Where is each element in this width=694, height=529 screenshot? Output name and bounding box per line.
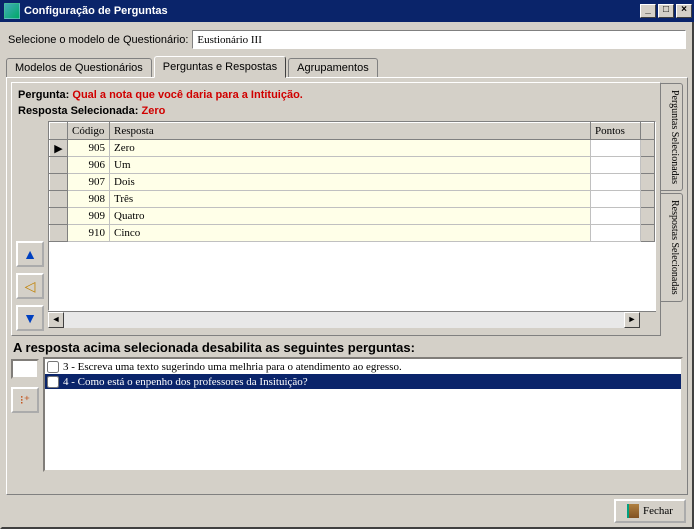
col-spacer: [641, 123, 655, 140]
cell-spacer: [641, 225, 655, 242]
filter-input[interactable]: [11, 359, 39, 379]
tabstrip: Modelos de Questionários Perguntas e Res…: [6, 55, 688, 77]
cell-pontos[interactable]: [591, 191, 641, 208]
cell-spacer: [641, 174, 655, 191]
cell-pontos[interactable]: [591, 225, 641, 242]
row-marker: [50, 225, 68, 242]
tree-icon: ⁝⁺: [20, 393, 30, 407]
list-item-text: 3 - Escreva uma texto sugerindo uma melh…: [63, 361, 402, 373]
cell-resposta[interactable]: Quatro: [110, 208, 591, 225]
col-pontos[interactable]: Pontos: [591, 123, 641, 140]
cell-codigo[interactable]: 908: [68, 191, 110, 208]
close-dialog-label: Fechar: [643, 505, 673, 517]
cell-pontos[interactable]: [591, 157, 641, 174]
table-row[interactable]: 910Cinco: [50, 225, 655, 242]
questionnaire-selector-input[interactable]: [192, 30, 686, 49]
scroll-track[interactable]: [64, 312, 624, 328]
table-row[interactable]: 908Três: [50, 191, 655, 208]
maximize-button[interactable]: □: [658, 4, 674, 18]
cell-codigo[interactable]: 905: [68, 140, 110, 157]
titlebar[interactable]: Configuração de Perguntas _ □ ×: [0, 0, 694, 22]
vtab-perguntas-selecionadas[interactable]: Perguntas Selecionadas: [661, 83, 683, 191]
list-item[interactable]: 4 - Como está o enpenho dos professores …: [45, 374, 681, 389]
row-marker: [50, 191, 68, 208]
vtab-respostas-selecionadas[interactable]: Respostas Selecionadas: [661, 193, 683, 302]
table-row[interactable]: 909Quatro: [50, 208, 655, 225]
cell-spacer: [641, 157, 655, 174]
cell-pontos[interactable]: [591, 140, 641, 157]
minimize-button[interactable]: _: [640, 4, 656, 18]
tab-agrupamentos[interactable]: Agrupamentos: [288, 58, 378, 77]
list-item-checkbox[interactable]: [47, 361, 59, 373]
resposta-selecionada-text: Zero: [142, 105, 166, 117]
door-icon: [627, 504, 639, 518]
tab-perguntas-respostas[interactable]: Perguntas e Respostas: [154, 56, 286, 78]
cell-resposta[interactable]: Três: [110, 191, 591, 208]
arrow-up-icon: ▲: [23, 246, 37, 262]
list-item-checkbox[interactable]: [47, 376, 59, 388]
cell-pontos[interactable]: [591, 174, 641, 191]
row-marker: [50, 174, 68, 191]
cell-resposta[interactable]: Zero: [110, 140, 591, 157]
tree-button[interactable]: ⁝⁺: [11, 387, 39, 413]
tab-modelos[interactable]: Modelos de Questionários: [6, 58, 152, 77]
row-marker: ▶: [50, 140, 68, 157]
col-codigo[interactable]: Código: [68, 123, 110, 140]
cell-codigo[interactable]: 910: [68, 225, 110, 242]
cell-spacer: [641, 140, 655, 157]
disabled-questions-list[interactable]: 3 - Escreva uma texto sugerindo uma melh…: [43, 357, 683, 472]
nav-down-button[interactable]: ▼: [16, 305, 44, 331]
cell-spacer: [641, 208, 655, 225]
cell-resposta[interactable]: Dois: [110, 174, 591, 191]
close-button[interactable]: ×: [676, 4, 692, 18]
cell-pontos[interactable]: [591, 208, 641, 225]
arrow-down-icon: ▼: [23, 310, 37, 326]
cell-resposta[interactable]: Cinco: [110, 225, 591, 242]
cell-codigo[interactable]: 907: [68, 174, 110, 191]
table-row[interactable]: 907Dois: [50, 174, 655, 191]
pergunta-text: Qual a nota que você daria para a Intitu…: [72, 89, 302, 101]
disable-heading: A resposta acima selecionada desabilita …: [11, 336, 683, 357]
grid-resize-grip: [640, 312, 656, 328]
nav-up-button[interactable]: ▲: [16, 241, 44, 267]
scroll-left-button[interactable]: ◄: [48, 312, 64, 328]
close-dialog-button[interactable]: Fechar: [614, 499, 686, 523]
questionnaire-selector-label: Selecione o modelo de Questionário:: [8, 34, 188, 46]
nav-speaker-button[interactable]: ◁: [16, 273, 44, 299]
table-row[interactable]: 906Um: [50, 157, 655, 174]
list-item[interactable]: 3 - Escreva uma texto sugerindo uma melh…: [45, 359, 681, 374]
answers-grid[interactable]: Código Resposta Pontos ▶905Zero906Um907D…: [48, 121, 656, 311]
row-marker: [50, 208, 68, 225]
cell-codigo[interactable]: 909: [68, 208, 110, 225]
tab-body: Pergunta: Qual a nota que você daria par…: [6, 77, 688, 495]
speaker-icon: ◁: [25, 278, 36, 295]
col-resposta[interactable]: Resposta: [110, 123, 591, 140]
app-icon: [4, 3, 20, 19]
resposta-selecionada-label: Resposta Selecionada:: [18, 105, 138, 117]
questionnaire-selector-row: Selecione o modelo de Questionário:: [6, 26, 688, 55]
row-marker: [50, 157, 68, 174]
list-item-text: 4 - Como está o enpenho dos professores …: [63, 376, 308, 388]
table-row[interactable]: ▶905Zero: [50, 140, 655, 157]
scroll-right-button[interactable]: ►: [624, 312, 640, 328]
cell-spacer: [641, 191, 655, 208]
cell-codigo[interactable]: 906: [68, 157, 110, 174]
pergunta-label: Pergunta:: [18, 89, 69, 101]
window-title: Configuração de Perguntas: [24, 5, 640, 17]
grid-corner: [50, 123, 68, 140]
cell-resposta[interactable]: Um: [110, 157, 591, 174]
grid-horizontal-scrollbar[interactable]: ◄ ►: [48, 311, 656, 327]
